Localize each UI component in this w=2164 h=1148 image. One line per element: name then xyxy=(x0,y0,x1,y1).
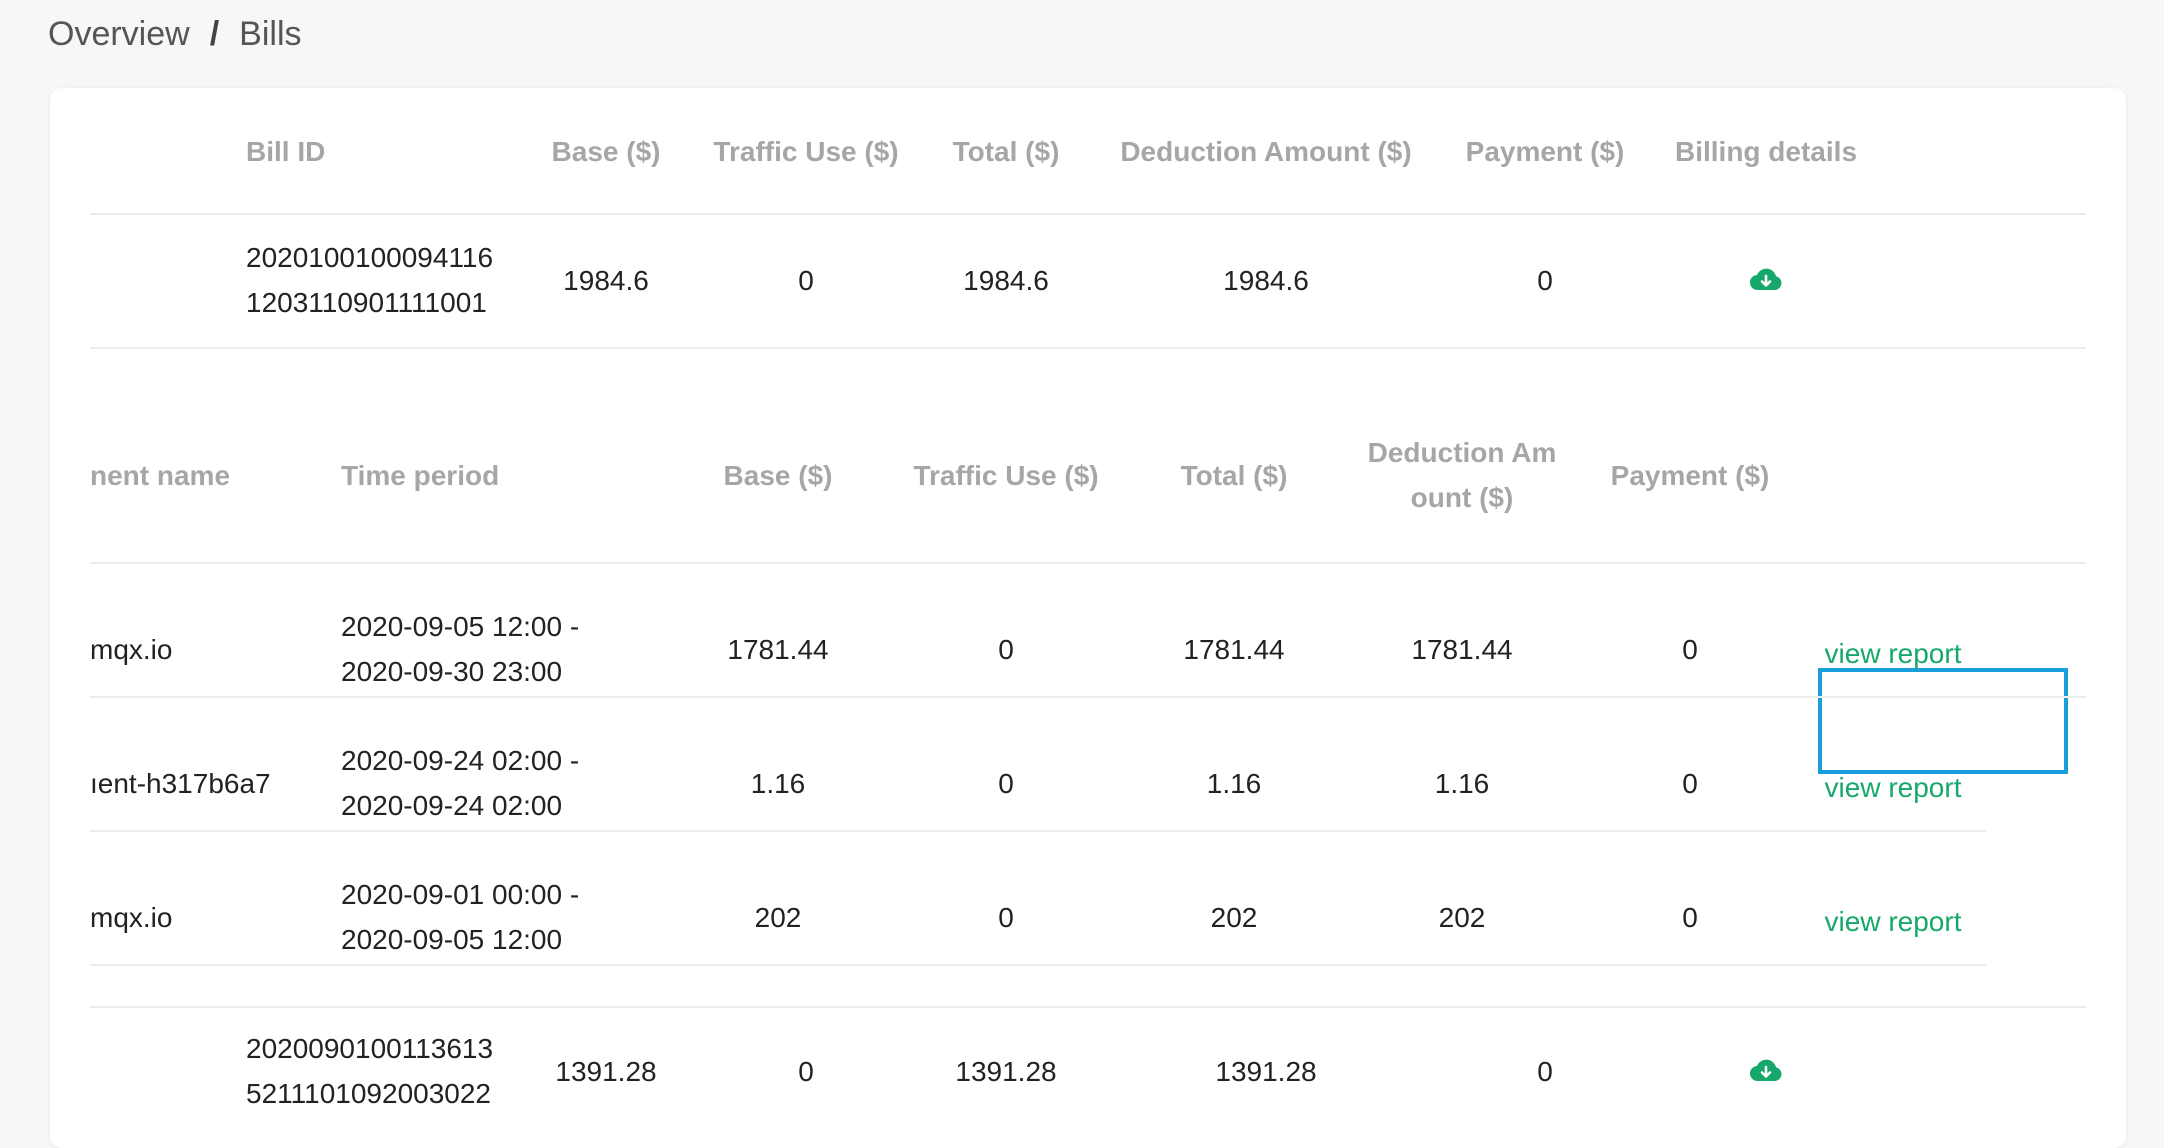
header-deduction: Deduction Amount ($) xyxy=(1120,136,1412,167)
period-start: 2020-09-24 02:00 - xyxy=(341,745,580,776)
dep-base: 1.16 xyxy=(750,768,806,799)
bill-base: 1984.6 xyxy=(563,265,649,296)
cloud-download-icon[interactable] xyxy=(1749,268,1783,292)
dep-deduction: 202 xyxy=(1438,902,1486,933)
bill-id-line1: 2020090100113613 xyxy=(246,1033,494,1064)
dep-traffic: 0 xyxy=(998,634,1014,665)
dep-traffic: 0 xyxy=(998,902,1014,933)
header-dep-deduction-line2: ount ($) xyxy=(1410,482,1514,513)
deployment-name: mqx.io xyxy=(90,634,173,665)
bill-deduction: 1984.6 xyxy=(1223,265,1309,296)
divider xyxy=(90,213,2086,215)
dep-payment: 0 xyxy=(1682,634,1698,665)
deployment-name: ıent-h317b6a7 xyxy=(90,768,271,799)
breadcrumb-bills: Bills xyxy=(239,14,302,53)
bill-total: 1391.28 xyxy=(955,1056,1057,1087)
period-end: 2020-09-05 12:00 xyxy=(341,924,563,955)
breadcrumb: Overview / Bills xyxy=(48,10,302,58)
view-report-link[interactable]: view report xyxy=(1825,899,1962,945)
divider xyxy=(90,964,1986,966)
divider xyxy=(90,1006,2086,1008)
bill-id-line2: 1203110901111001 xyxy=(246,287,487,318)
bill-traffic: 0 xyxy=(798,1056,814,1087)
divider xyxy=(90,562,2086,564)
header-payment: Payment ($) xyxy=(1465,136,1625,167)
header-time-period: Time period xyxy=(341,460,500,491)
header-deployment-name: nent name xyxy=(90,460,231,491)
dep-total: 1781.44 xyxy=(1183,634,1285,665)
divider xyxy=(90,830,1986,832)
divider xyxy=(90,347,2086,349)
bill-base: 1391.28 xyxy=(555,1056,657,1087)
bill-traffic: 0 xyxy=(798,265,814,296)
header-bill-id: Bill ID xyxy=(246,136,326,167)
header-traffic: Traffic Use ($) xyxy=(713,136,899,167)
period-start: 2020-09-05 12:00 - xyxy=(341,611,580,642)
period-end: 2020-09-24 02:00 xyxy=(341,790,563,821)
bill-total: 1984.6 xyxy=(963,265,1049,296)
breadcrumb-overview[interactable]: Overview xyxy=(48,15,190,54)
header-billing-details: Billing details xyxy=(1674,136,1858,167)
bill-id-line2: 5211101092003022 xyxy=(246,1078,491,1109)
bill-deduction: 1391.28 xyxy=(1215,1056,1317,1087)
header-total: Total ($) xyxy=(952,136,1060,167)
header-dep-total: Total ($) xyxy=(1180,460,1288,491)
bills-card: Bill ID Base ($) Traffic Use ($) Total (… xyxy=(50,88,2126,1148)
bill-id-line1: 2020100100094116 xyxy=(246,242,494,273)
header-dep-base: Base ($) xyxy=(723,460,833,491)
dep-deduction: 1.16 xyxy=(1434,768,1490,799)
period-end: 2020-09-30 23:00 xyxy=(341,656,563,687)
dep-deduction: 1781.44 xyxy=(1411,634,1513,665)
header-base: Base ($) xyxy=(551,136,661,167)
focus-highlight xyxy=(1818,668,2068,774)
dep-payment: 0 xyxy=(1682,902,1698,933)
header-dep-deduction-line1: Deduction Am xyxy=(1367,437,1557,468)
dep-traffic: 0 xyxy=(998,768,1014,799)
divider xyxy=(90,696,2086,698)
view-report-link[interactable]: view report xyxy=(1825,631,1962,677)
header-dep-traffic: Traffic Use ($) xyxy=(913,460,1099,491)
bill-payment: 0 xyxy=(1537,1056,1553,1087)
cloud-download-icon[interactable] xyxy=(1749,1059,1783,1083)
dep-base: 1781.44 xyxy=(727,634,829,665)
period-start: 2020-09-01 00:00 - xyxy=(341,879,580,910)
deployment-name: mqx.io xyxy=(90,902,173,933)
header-dep-payment: Payment ($) xyxy=(1610,460,1770,491)
breadcrumb-separator: / xyxy=(209,14,220,53)
dep-payment: 0 xyxy=(1682,768,1698,799)
dep-total: 1.16 xyxy=(1206,768,1262,799)
dep-base: 202 xyxy=(754,902,802,933)
dep-total: 202 xyxy=(1210,902,1258,933)
bill-payment: 0 xyxy=(1537,265,1553,296)
view-report-link[interactable]: view report xyxy=(1825,765,1962,811)
